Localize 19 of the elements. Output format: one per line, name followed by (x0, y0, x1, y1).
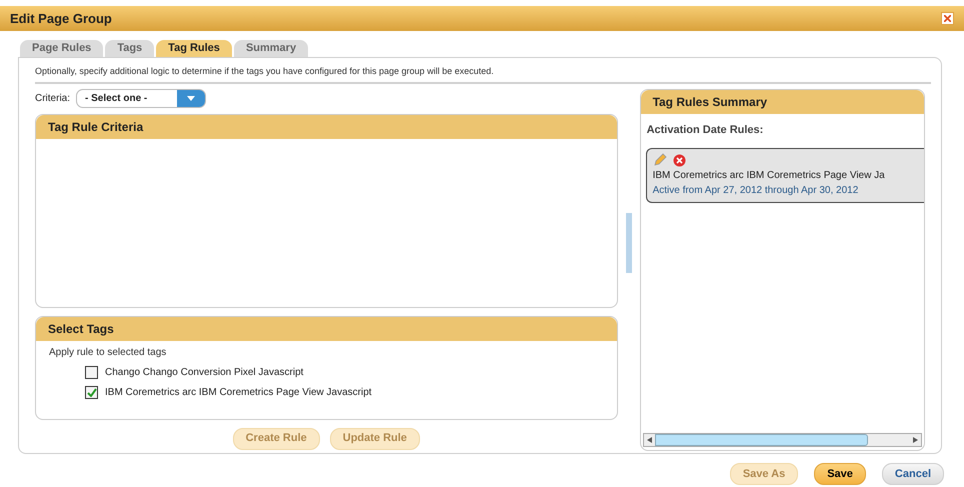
cancel-button[interactable]: Cancel (882, 463, 944, 485)
section-label: Activation Date Rules: (646, 122, 764, 138)
hint-text: Apply rule to selected tags (49, 346, 168, 360)
tag-label: IBM Coremetrics arc IBM Coremetrics Page View Javascript (105, 386, 372, 400)
tab[interactable]: Summary (234, 40, 308, 57)
tab[interactable]: Tag Rules (156, 40, 232, 57)
panel-header: Select Tags (36, 316, 617, 340)
criteria-label: Criteria: (35, 92, 70, 106)
tab[interactable]: Tags (105, 40, 154, 57)
tab[interactable]: Page Rules (20, 40, 104, 57)
criteria-dropdown[interactable]: - Select one - (76, 88, 206, 108)
panel-header: Tag Rule Criteria (36, 114, 617, 138)
rule-name: IBM Coremetrics arc IBM Coremetrics Page View Ja (652, 169, 886, 183)
action-button[interactable]: Save (814, 463, 866, 485)
rule-period: Active from Apr 27, 2012 through Apr 30, 2012 (652, 184, 860, 198)
description-text: Optionally, specify additional logic to determine if the tags you have configured for this page group will be executed. (35, 65, 495, 78)
tag-label: Chango Chango Conversion Pixel Javascript (105, 366, 304, 380)
panel-header: Tag Rules Summary (640, 90, 924, 114)
window-title: Edit Page Group (10, 10, 112, 28)
